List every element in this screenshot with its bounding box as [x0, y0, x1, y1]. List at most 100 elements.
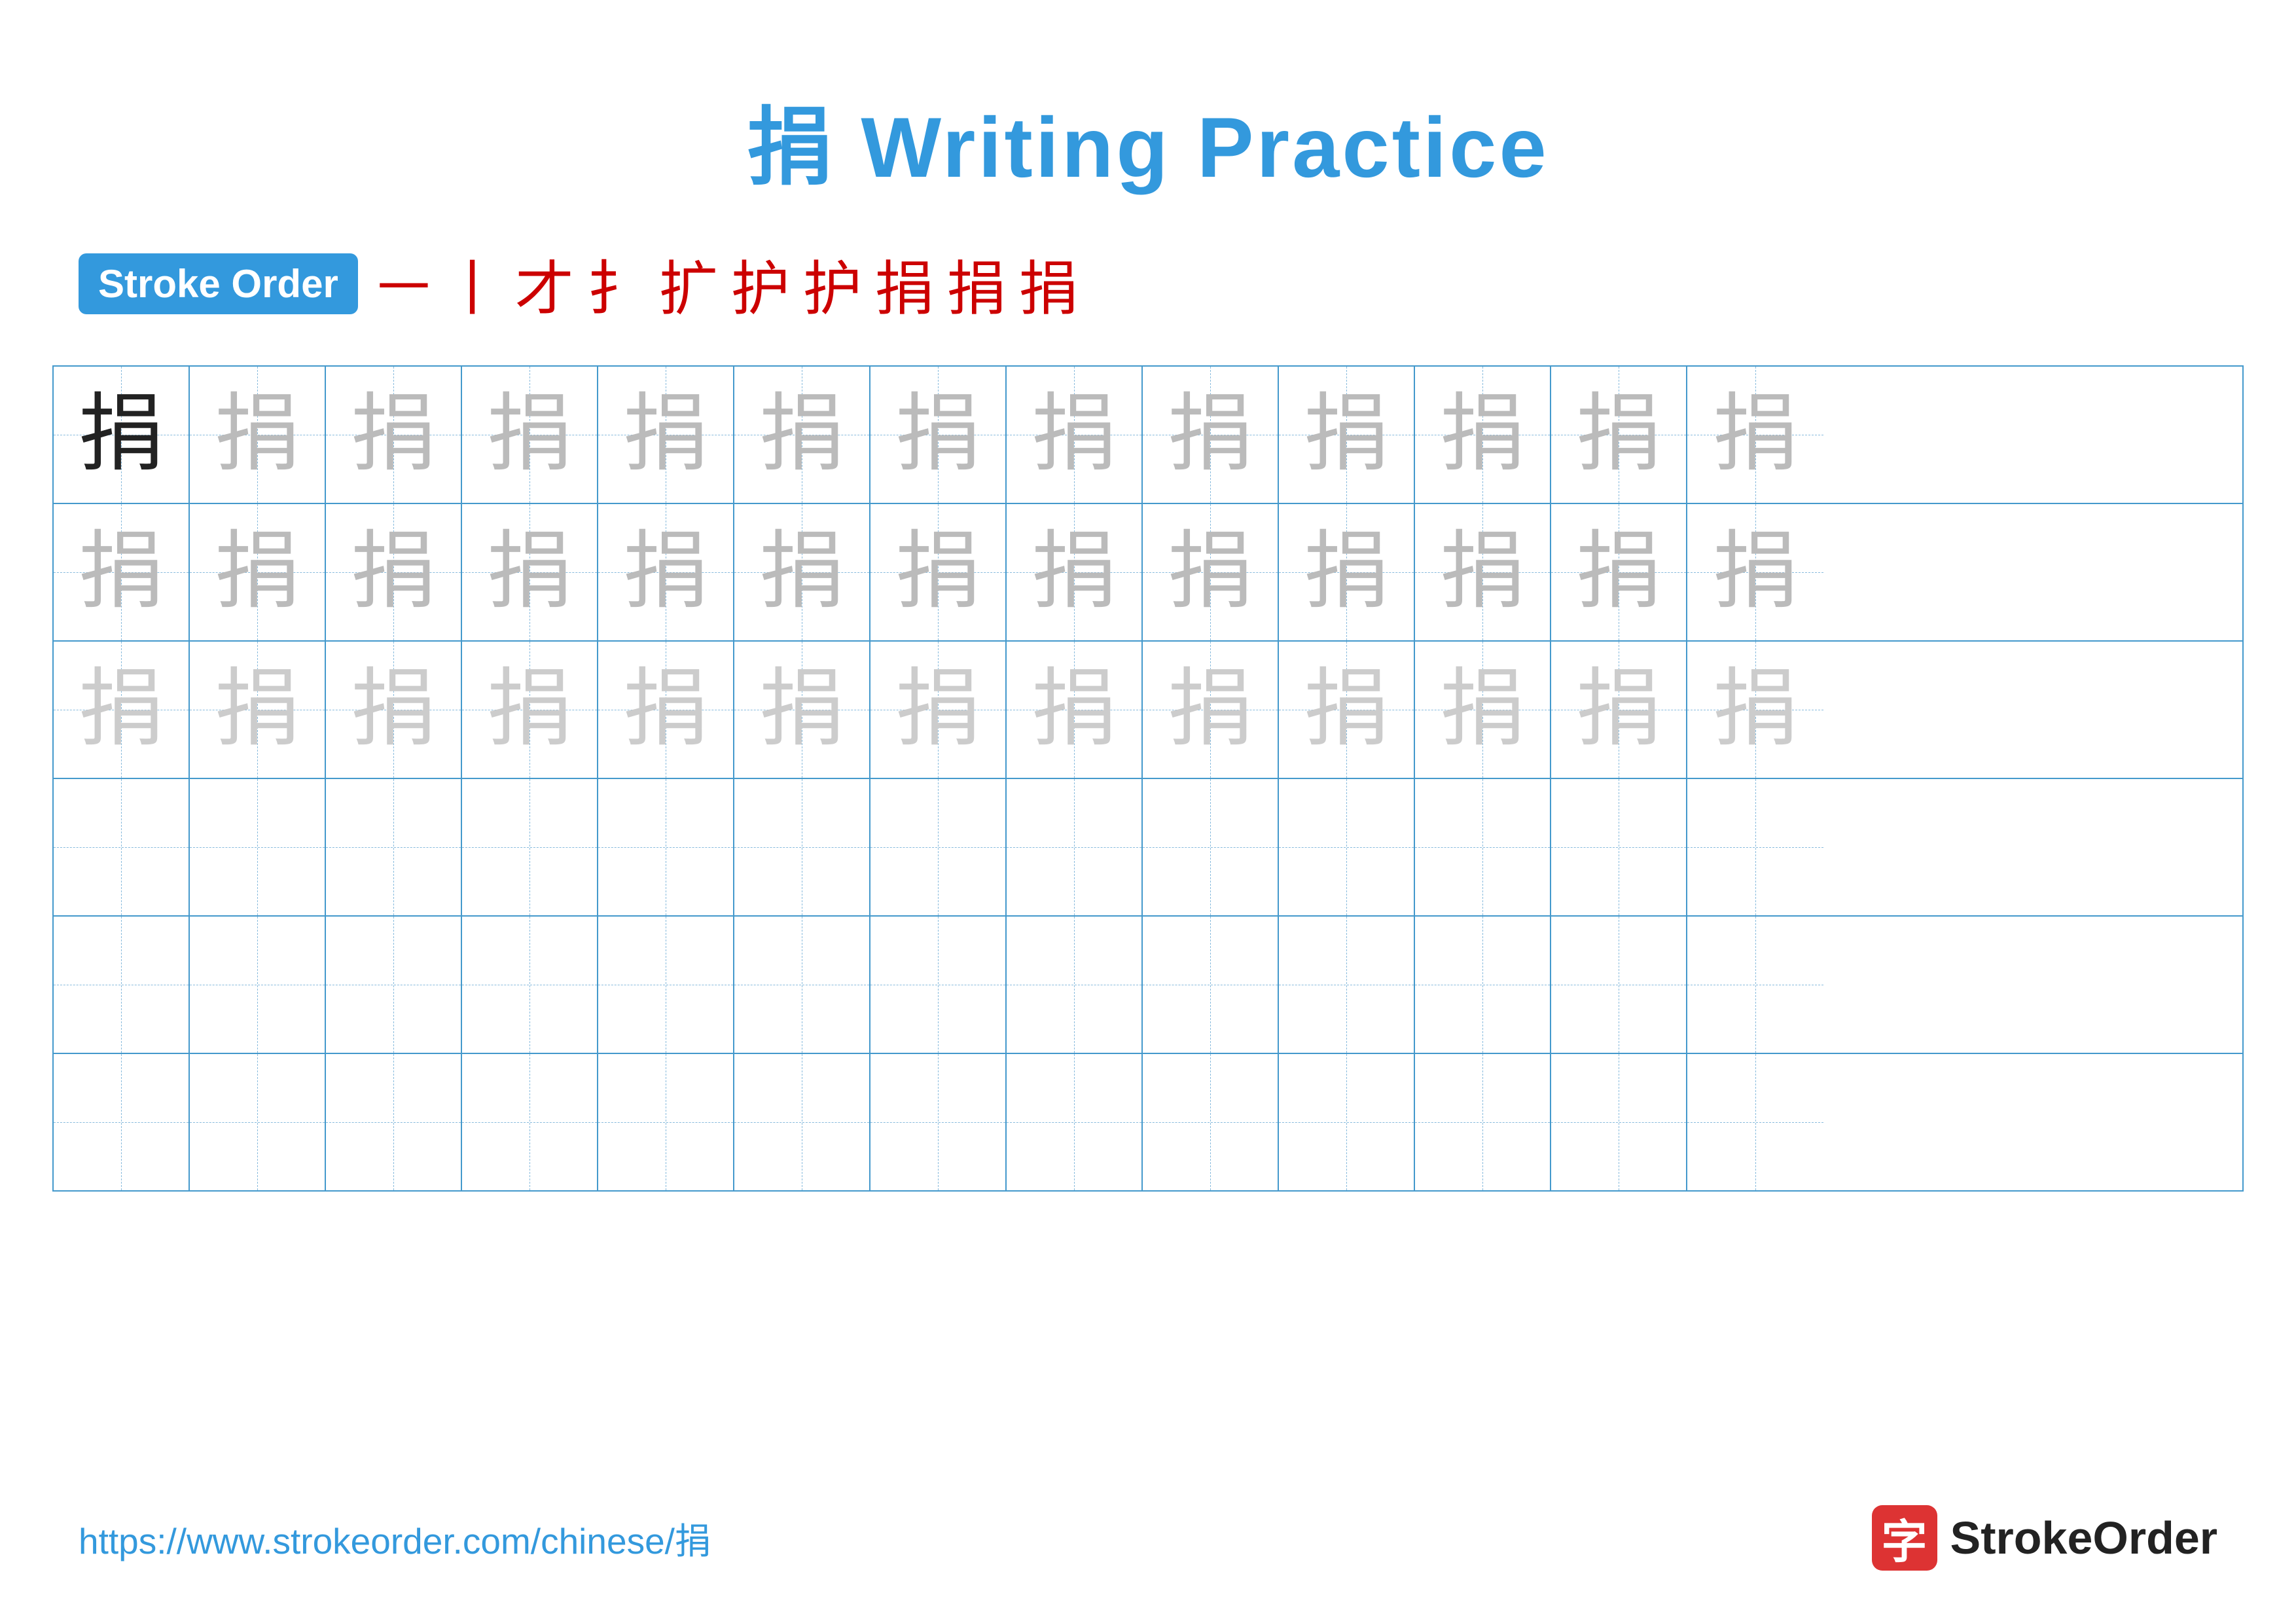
- grid-cell-r1-c6[interactable]: 捐: [734, 367, 870, 503]
- grid-cell-r5-c2[interactable]: [190, 917, 326, 1053]
- grid-cell-r5-c9[interactable]: [1143, 917, 1279, 1053]
- grid-cell-r1-c10[interactable]: 捐: [1279, 367, 1415, 503]
- grid-cell-r2-c2[interactable]: 捐: [190, 504, 326, 640]
- grid-cell-r5-c12[interactable]: [1551, 917, 1687, 1053]
- stroke-5: 扩: [659, 241, 718, 326]
- grid-cell-r3-c13[interactable]: 捐: [1687, 642, 1823, 778]
- grid-cell-r6-c6[interactable]: [734, 1054, 870, 1190]
- grid-cell-r2-c7[interactable]: 捐: [870, 504, 1007, 640]
- grid-cell-r3-c3[interactable]: 捐: [326, 642, 462, 778]
- grid-cell-r4-c6[interactable]: [734, 779, 870, 915]
- grid-cell-r4-c10[interactable]: [1279, 779, 1415, 915]
- grid-cell-r2-c8[interactable]: 捐: [1007, 504, 1143, 640]
- grid-row-1: 捐 捐 捐 捐 捐 捐 捐 捐 捐 捐 捐 捐 捐: [54, 367, 2242, 504]
- stroke-sequence: 一 丨 才 扌 扩 护 护 捐 捐 捐: [378, 241, 1078, 326]
- footer-url[interactable]: https://www.strokeorder.com/chinese/捐: [79, 1512, 711, 1564]
- grid-cell-r6-c1[interactable]: [54, 1054, 190, 1190]
- grid-cell-r2-c9[interactable]: 捐: [1143, 504, 1279, 640]
- grid-cell-r1-c12[interactable]: 捐: [1551, 367, 1687, 503]
- grid-cell-r5-c7[interactable]: [870, 917, 1007, 1053]
- grid-cell-r3-c6[interactable]: 捐: [734, 642, 870, 778]
- grid-cell-r4-c11[interactable]: [1415, 779, 1551, 915]
- grid-cell-r6-c2[interactable]: [190, 1054, 326, 1190]
- grid-cell-r2-c6[interactable]: 捐: [734, 504, 870, 640]
- grid-cell-r4-c3[interactable]: [326, 779, 462, 915]
- grid-cell-r2-c11[interactable]: 捐: [1415, 504, 1551, 640]
- grid-cell-r4-c1[interactable]: [54, 779, 190, 915]
- grid-cell-r6-c13[interactable]: [1687, 1054, 1823, 1190]
- grid-cell-r6-c8[interactable]: [1007, 1054, 1143, 1190]
- stroke-3: 才: [515, 241, 574, 326]
- stroke-7: 护: [803, 241, 862, 326]
- grid-cell-r5-c1[interactable]: [54, 917, 190, 1053]
- grid-cell-r4-c13[interactable]: [1687, 779, 1823, 915]
- footer-logo: 字 StrokeOrder: [1872, 1505, 2217, 1571]
- grid-cell-r1-c5[interactable]: 捐: [598, 367, 734, 503]
- grid-cell-r3-c11[interactable]: 捐: [1415, 642, 1551, 778]
- grid-cell-r2-c12[interactable]: 捐: [1551, 504, 1687, 640]
- grid-row-6: [54, 1054, 2242, 1190]
- grid-cell-r3-c9[interactable]: 捐: [1143, 642, 1279, 778]
- grid-cell-r1-c8[interactable]: 捐: [1007, 367, 1143, 503]
- grid-row-4: [54, 779, 2242, 917]
- grid-cell-r5-c13[interactable]: [1687, 917, 1823, 1053]
- grid-cell-r5-c3[interactable]: [326, 917, 462, 1053]
- grid-cell-r4-c4[interactable]: [462, 779, 598, 915]
- grid-cell-r6-c4[interactable]: [462, 1054, 598, 1190]
- grid-cell-r5-c5[interactable]: [598, 917, 734, 1053]
- grid-cell-r4-c9[interactable]: [1143, 779, 1279, 915]
- stroke-4: 扌: [587, 241, 646, 326]
- grid-cell-r3-c5[interactable]: 捐: [598, 642, 734, 778]
- stroke-2: 丨: [443, 241, 502, 326]
- grid-cell-r3-c2[interactable]: 捐: [190, 642, 326, 778]
- grid-cell-r6-c7[interactable]: [870, 1054, 1007, 1190]
- footer: https://www.strokeorder.com/chinese/捐 字 …: [0, 1505, 2296, 1571]
- grid-cell-r6-c3[interactable]: [326, 1054, 462, 1190]
- stroke-10: 捐: [1019, 241, 1078, 326]
- grid-cell-r2-c5[interactable]: 捐: [598, 504, 734, 640]
- grid-cell-r1-c2[interactable]: 捐: [190, 367, 326, 503]
- grid-cell-r5-c6[interactable]: [734, 917, 870, 1053]
- stroke-6: 护: [731, 241, 790, 326]
- grid-cell-r3-c4[interactable]: 捐: [462, 642, 598, 778]
- grid-cell-r6-c12[interactable]: [1551, 1054, 1687, 1190]
- grid-cell-r2-c13[interactable]: 捐: [1687, 504, 1823, 640]
- practice-grid: 捐 捐 捐 捐 捐 捐 捐 捐 捐 捐 捐 捐 捐 捐 捐 捐 捐 捐 捐 捐 …: [52, 365, 2244, 1192]
- grid-cell-r5-c4[interactable]: [462, 917, 598, 1053]
- grid-cell-r1-c1[interactable]: 捐: [54, 367, 190, 503]
- grid-cell-r6-c10[interactable]: [1279, 1054, 1415, 1190]
- grid-row-2: 捐 捐 捐 捐 捐 捐 捐 捐 捐 捐 捐 捐 捐: [54, 504, 2242, 642]
- grid-cell-r1-c7[interactable]: 捐: [870, 367, 1007, 503]
- grid-cell-r3-c8[interactable]: 捐: [1007, 642, 1143, 778]
- grid-cell-r1-c13[interactable]: 捐: [1687, 367, 1823, 503]
- logo-icon: 字: [1872, 1505, 1937, 1571]
- grid-cell-r4-c12[interactable]: [1551, 779, 1687, 915]
- grid-cell-r4-c7[interactable]: [870, 779, 1007, 915]
- grid-cell-r6-c9[interactable]: [1143, 1054, 1279, 1190]
- grid-cell-r6-c5[interactable]: [598, 1054, 734, 1190]
- grid-cell-r5-c11[interactable]: [1415, 917, 1551, 1053]
- grid-cell-r2-c3[interactable]: 捐: [326, 504, 462, 640]
- grid-cell-r1-c4[interactable]: 捐: [462, 367, 598, 503]
- logo-text: StrokeOrder: [1950, 1512, 2217, 1564]
- grid-cell-r2-c10[interactable]: 捐: [1279, 504, 1415, 640]
- grid-cell-r3-c10[interactable]: 捐: [1279, 642, 1415, 778]
- stroke-order-row: Stroke Order 一 丨 才 扌 扩 护 护 捐 捐 捐: [0, 202, 2296, 352]
- grid-cell-r4-c2[interactable]: [190, 779, 326, 915]
- stroke-8: 捐: [875, 241, 934, 326]
- grid-cell-r4-c8[interactable]: [1007, 779, 1143, 915]
- grid-cell-r3-c7[interactable]: 捐: [870, 642, 1007, 778]
- grid-cell-r3-c12[interactable]: 捐: [1551, 642, 1687, 778]
- stroke-1: 一: [378, 246, 430, 321]
- grid-cell-r2-c1[interactable]: 捐: [54, 504, 190, 640]
- grid-cell-r1-c3[interactable]: 捐: [326, 367, 462, 503]
- grid-cell-r6-c11[interactable]: [1415, 1054, 1551, 1190]
- grid-cell-r1-c9[interactable]: 捐: [1143, 367, 1279, 503]
- grid-cell-r2-c4[interactable]: 捐: [462, 504, 598, 640]
- grid-cell-r4-c5[interactable]: [598, 779, 734, 915]
- stroke-9: 捐: [947, 241, 1006, 326]
- grid-cell-r3-c1[interactable]: 捐: [54, 642, 190, 778]
- grid-cell-r5-c10[interactable]: [1279, 917, 1415, 1053]
- grid-cell-r1-c11[interactable]: 捐: [1415, 367, 1551, 503]
- grid-cell-r5-c8[interactable]: [1007, 917, 1143, 1053]
